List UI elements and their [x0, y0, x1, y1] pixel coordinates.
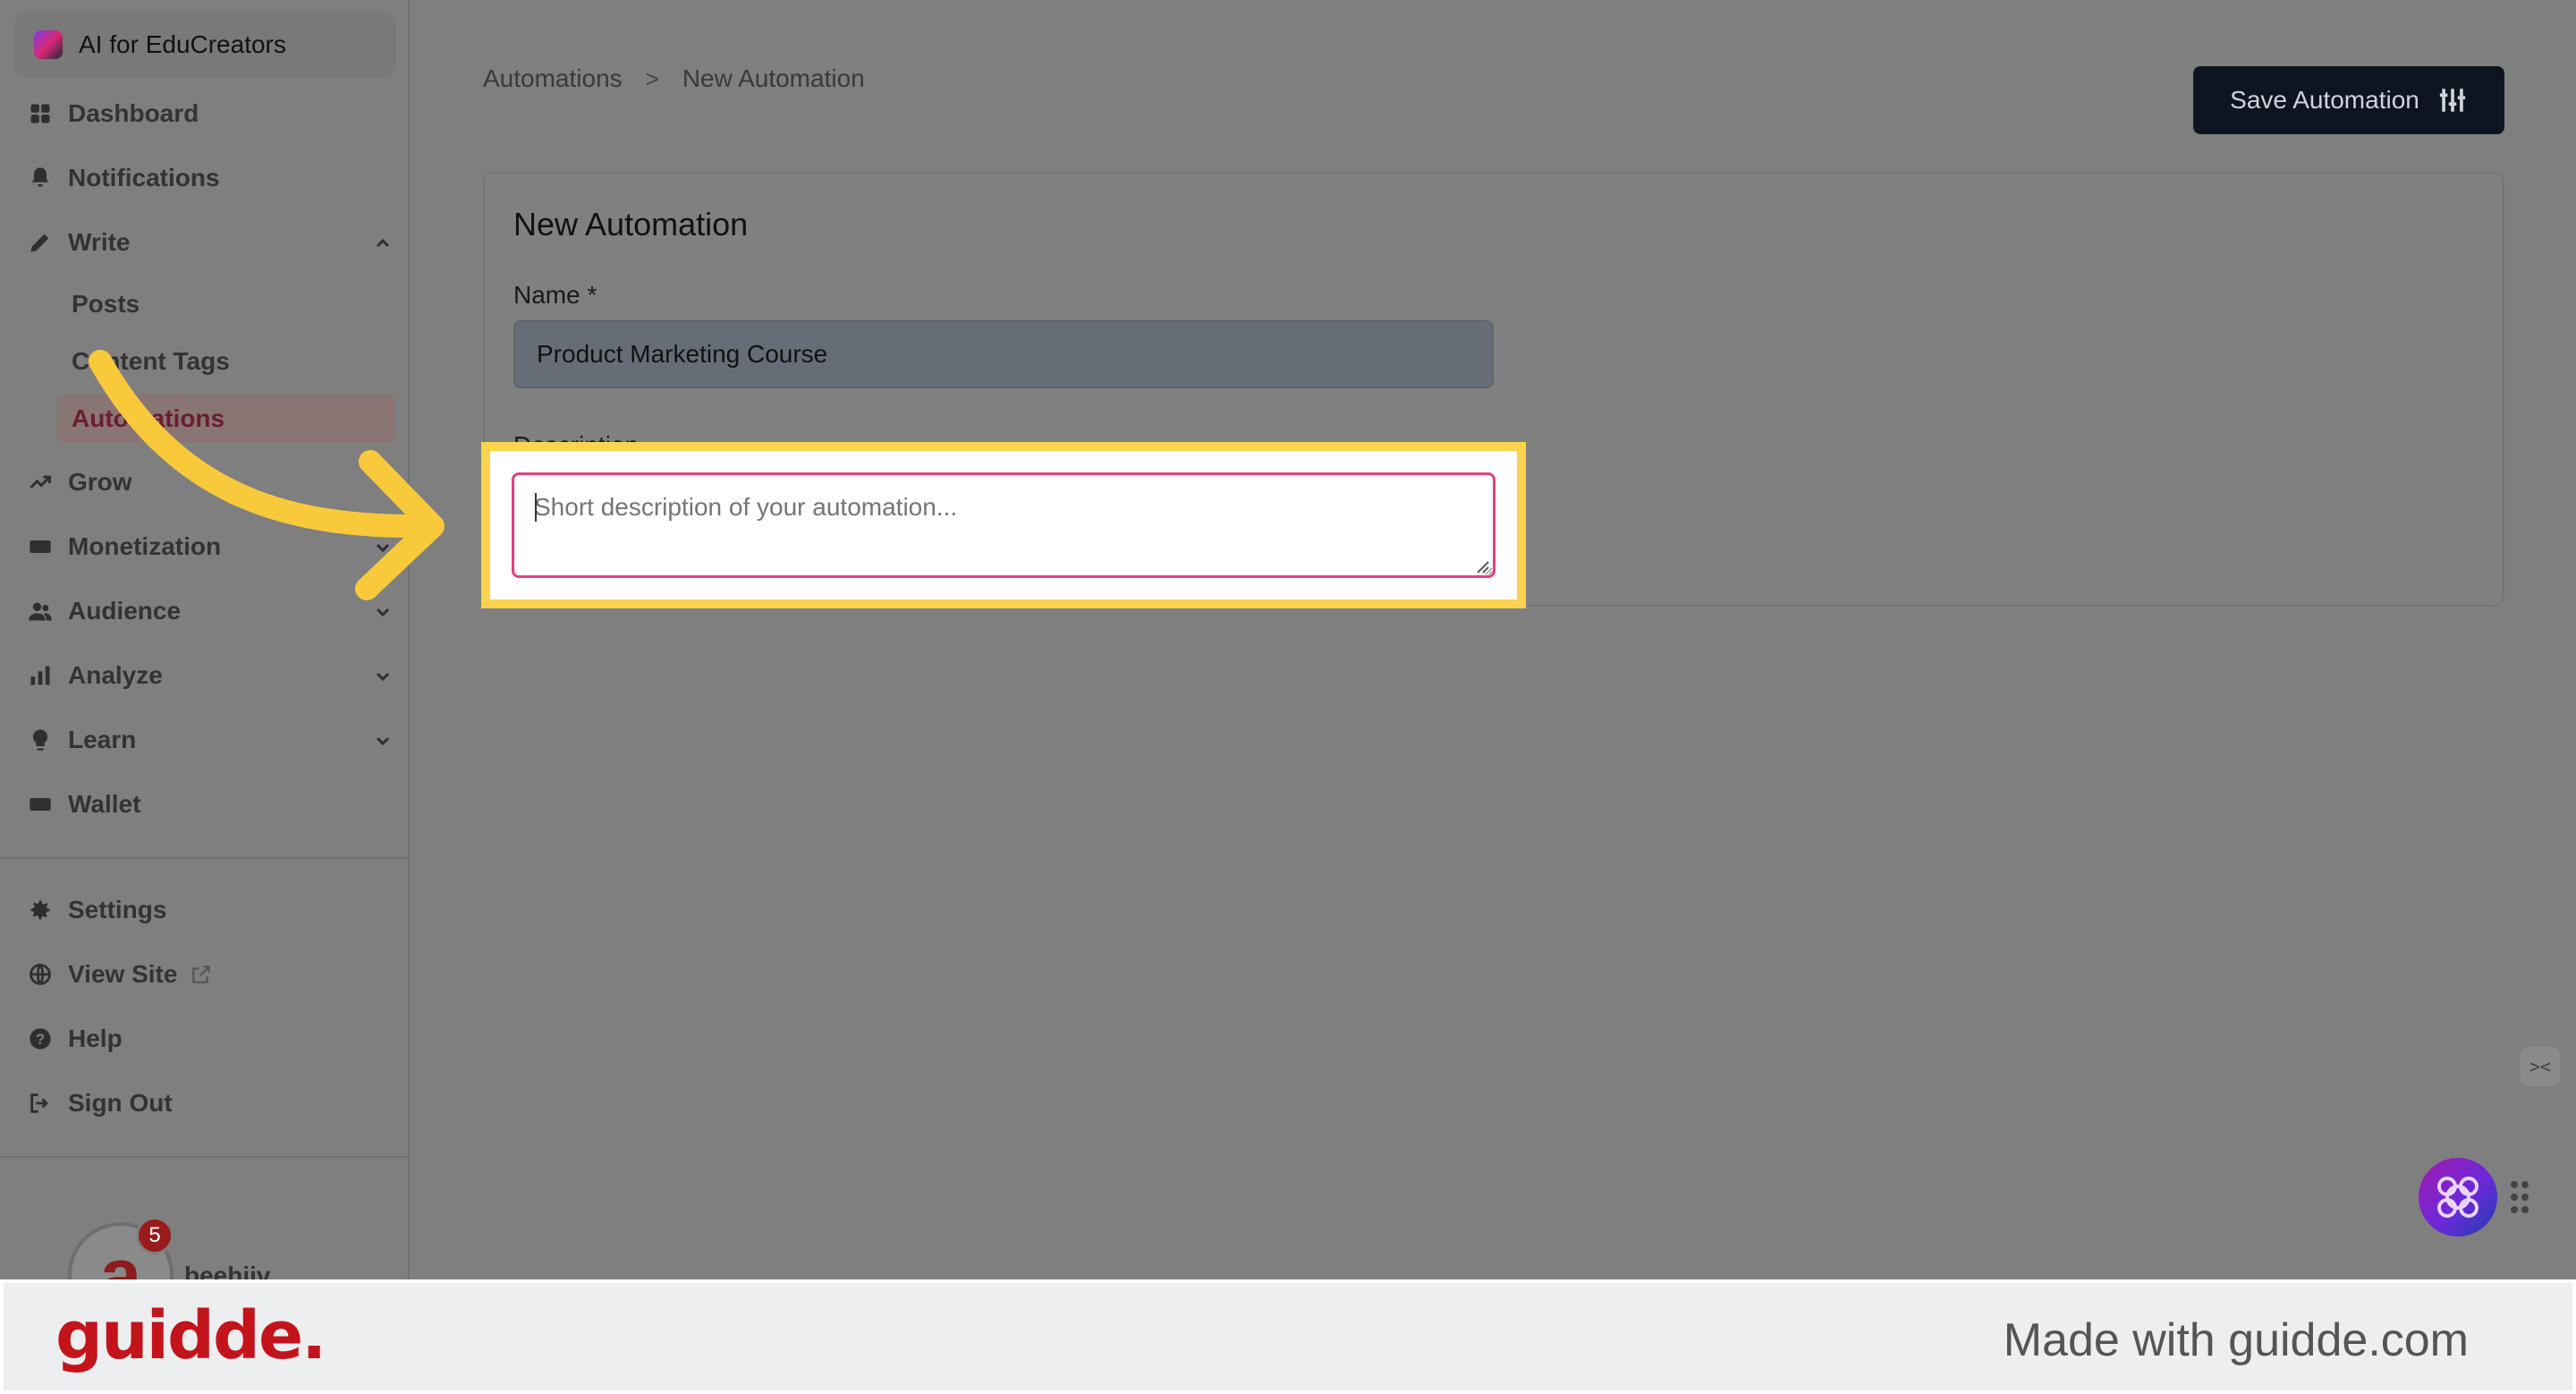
lightbulb-icon [27, 727, 54, 753]
assistant-launcher-button[interactable] [2419, 1158, 2497, 1237]
sidebar-item-wallet[interactable]: Wallet [27, 782, 394, 827]
chevron-down-icon [372, 729, 394, 751]
sidebar-item-label: Learn [68, 726, 137, 753]
sidebar-item-sign-out[interactable]: Sign Out [27, 1081, 394, 1126]
sidebar-item-label: Grow [68, 468, 132, 496]
users-icon [27, 598, 54, 625]
wallet-icon [27, 791, 54, 818]
sidebar-item-label: Analyze [68, 661, 163, 689]
grid-icon [27, 100, 54, 127]
breadcrumb-current: New Automation [682, 64, 865, 92]
brain-icon [2437, 1177, 2479, 1218]
text-caret [535, 493, 537, 522]
sidebar-item-audience[interactable]: Audience [27, 589, 394, 633]
collapse-panel-icon[interactable]: >< [2521, 1047, 2560, 1086]
sidebar-subitem-label: Automations [72, 404, 225, 432]
notification-badge: 5 [136, 1217, 174, 1254]
external-link-icon [190, 963, 213, 986]
help-icon: ? [27, 1025, 54, 1052]
sidebar-divider [0, 1156, 408, 1158]
money-icon [27, 533, 54, 560]
sidebar-item-dashboard[interactable]: Dashboard [27, 91, 394, 136]
sidebar-item-label: View Site [68, 960, 178, 988]
card-title: New Automation [513, 206, 749, 242]
save-button-label: Save Automation [2230, 86, 2419, 114]
drag-handle-icon[interactable] [2510, 1179, 2529, 1215]
sidebar-item-help[interactable]: ? Help [27, 1016, 394, 1061]
sidebar-item-label: Sign Out [68, 1089, 173, 1117]
sidebar-divider [0, 857, 408, 859]
guidde-logo: guidde. [55, 1297, 326, 1374]
sidebar-item-monetization[interactable]: Monetization [27, 524, 394, 569]
chevron-down-icon [372, 600, 394, 622]
sidebar-subitem-content-tags[interactable]: Content Tags [57, 337, 395, 386]
chevron-up-icon [372, 232, 394, 253]
sidebar-item-write[interactable]: Write [27, 220, 394, 265]
workspace-logo [34, 30, 63, 59]
breadcrumb-separator: > [645, 64, 659, 92]
description-textarea[interactable] [512, 472, 1496, 578]
sliders-icon [2419, 85, 2468, 115]
globe-icon [27, 961, 54, 988]
chevron-down-icon [372, 665, 394, 686]
sidebar-item-analyze[interactable]: Analyze [27, 653, 394, 698]
sidebar-subitem-automations[interactable]: Automations [57, 395, 395, 443]
sidebar-item-label: Wallet [68, 790, 141, 818]
sidebar-item-label: Write [68, 228, 131, 256]
sidebar-item-learn[interactable]: Learn [27, 718, 394, 762]
sidebar-item-view-site[interactable]: View Site [27, 952, 394, 997]
sidebar-item-label: Monetization [68, 532, 222, 560]
made-with-text: Made with guidde.com [2003, 1314, 2469, 1366]
name-input[interactable]: Product Marketing Course [513, 320, 1494, 388]
sidebar-subitem-posts[interactable]: Posts [57, 280, 395, 328]
sidebar-item-label: Notifications [68, 164, 220, 191]
gear-icon [27, 897, 54, 923]
resize-grip-icon[interactable] [1474, 558, 1490, 574]
sidebar-item-label: Audience [68, 597, 182, 625]
sidebar-item-label: Dashboard [68, 99, 199, 127]
breadcrumb: Automations > New Automation [483, 64, 865, 93]
sign-out-icon [27, 1090, 54, 1117]
chevron-down-icon [372, 536, 394, 557]
svg-text:?: ? [36, 1032, 45, 1048]
pencil-icon [27, 229, 54, 256]
sidebar-item-label: Settings [68, 896, 167, 923]
sidebar-item-notifications[interactable]: Notifications [27, 156, 394, 200]
trend-up-icon [27, 469, 54, 496]
sidebar-subitem-label: Posts [72, 290, 140, 318]
sidebar-item-settings[interactable]: Settings [27, 888, 394, 932]
workspace-switcher[interactable]: AI for EduCreators [14, 13, 395, 77]
sidebar: AI for EduCreators Dashboard Notificatio… [0, 0, 410, 1328]
sidebar-item-label: Help [68, 1024, 123, 1052]
name-label: Name * [513, 281, 597, 309]
breadcrumb-link-automations[interactable]: Automations [483, 64, 623, 93]
bar-chart-icon [27, 662, 54, 689]
sidebar-item-grow[interactable]: Grow [27, 460, 394, 505]
workspace-name: AI for EduCreators [79, 30, 286, 58]
sidebar-subitem-label: Content Tags [72, 347, 230, 375]
save-automation-button[interactable]: Save Automation [2193, 66, 2504, 134]
bell-icon [27, 165, 54, 191]
